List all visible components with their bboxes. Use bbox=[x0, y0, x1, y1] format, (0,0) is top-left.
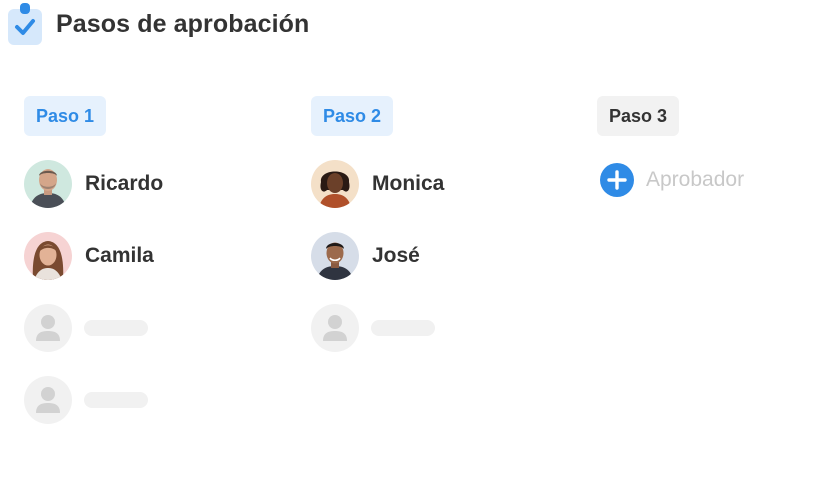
user-placeholder-icon bbox=[24, 376, 72, 424]
step-2-badge[interactable]: Paso 2 bbox=[311, 96, 394, 136]
step-1-badge[interactable]: Paso 1 bbox=[24, 96, 107, 136]
step-column-3: Paso 3 Aprobador bbox=[597, 96, 840, 197]
empty-approver-slot bbox=[24, 376, 148, 424]
approver-name: Camila bbox=[85, 244, 154, 267]
approver-row[interactable]: Camila bbox=[24, 232, 154, 280]
empty-approver-slot bbox=[311, 304, 435, 352]
add-approver-label[interactable]: Aprobador bbox=[646, 168, 744, 192]
add-approver-button[interactable]: Aprobador bbox=[600, 160, 744, 200]
avatar bbox=[24, 160, 72, 208]
header: Pasos de aprobación bbox=[8, 2, 309, 46]
user-placeholder-icon bbox=[311, 304, 359, 352]
approver-row[interactable]: José bbox=[311, 232, 420, 280]
placeholder-bar bbox=[371, 320, 435, 336]
approver-name: José bbox=[372, 244, 420, 267]
plus-icon[interactable] bbox=[600, 163, 634, 197]
placeholder-bar bbox=[84, 320, 148, 336]
empty-approver-slot bbox=[24, 304, 148, 352]
approver-row[interactable]: Monica bbox=[311, 160, 444, 208]
page-title: Pasos de aprobación bbox=[56, 9, 310, 38]
approver-name: Ricardo bbox=[85, 172, 164, 195]
placeholder-bar bbox=[84, 392, 148, 408]
approver-name: Monica bbox=[372, 172, 445, 195]
step-3-badge[interactable]: Paso 3 bbox=[597, 96, 680, 136]
clipboard-check-icon bbox=[8, 3, 42, 45]
step-column-1: Paso 1 Ricardo Camila bbox=[24, 96, 284, 424]
avatar bbox=[311, 160, 359, 208]
avatar bbox=[311, 232, 359, 280]
step-column-2: Paso 2 Monica José bbox=[311, 96, 571, 352]
approver-row[interactable]: Ricardo bbox=[24, 160, 163, 208]
user-placeholder-icon bbox=[24, 304, 72, 352]
approval-steps-panel: Pasos de aprobación Paso 1 Ricardo Camil… bbox=[0, 0, 840, 480]
avatar bbox=[24, 232, 72, 280]
